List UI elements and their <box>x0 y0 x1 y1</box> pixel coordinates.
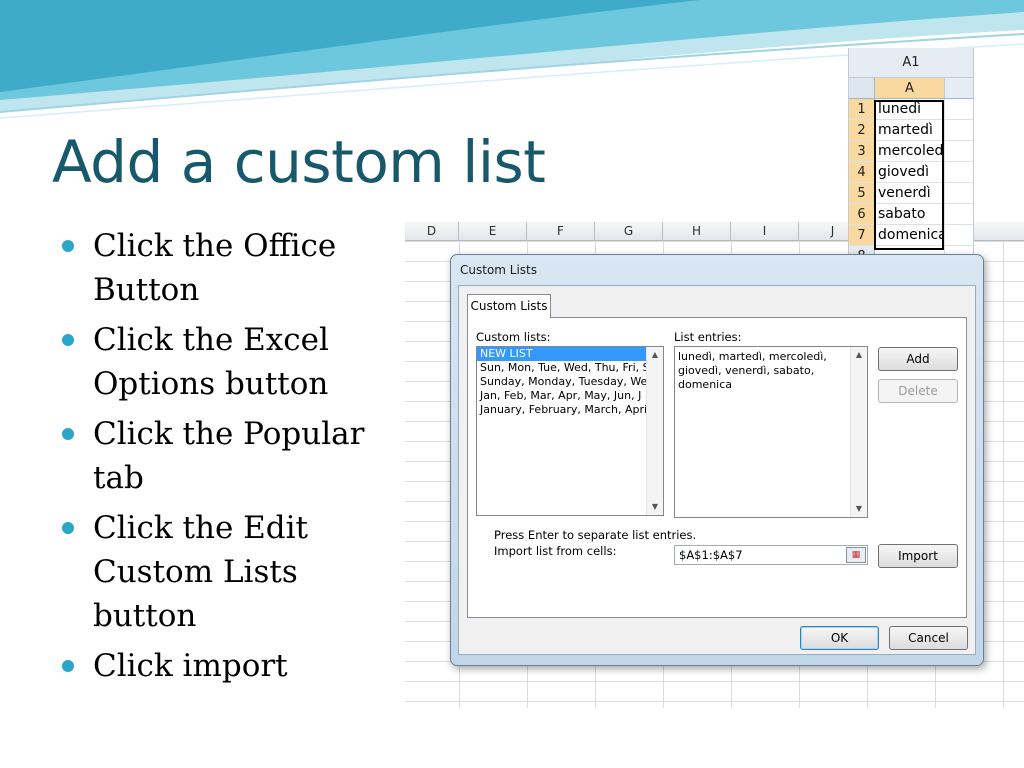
select-all-corner[interactable] <box>849 78 875 98</box>
bullet-icon <box>62 660 74 672</box>
snippet-column-header: A <box>849 78 973 99</box>
scroll-up-icon[interactable]: ▲ <box>647 347 663 363</box>
scroll-down-icon[interactable]: ▼ <box>851 501 867 517</box>
bullet-icon <box>62 522 74 534</box>
row-number[interactable]: 5 <box>849 183 875 203</box>
add-button[interactable]: Add <box>878 347 958 371</box>
bullet-icon <box>62 334 74 346</box>
bullet-item: Click the Excel Options button <box>62 318 392 406</box>
bullet-item: Click the Edit Custom Lists button <box>62 506 392 638</box>
dialog-title: Custom Lists <box>460 263 538 277</box>
dialog-body: Custom Lists Custom lists: NEW LIST Sun,… <box>458 285 976 655</box>
tab-custom-lists[interactable]: Custom Lists <box>467 294 551 318</box>
column-header-h[interactable]: H <box>663 222 731 241</box>
row-number[interactable]: 7 <box>849 225 875 245</box>
bullet-text: Click the Excel Options button <box>93 322 329 402</box>
list-entries-label: List entries: <box>674 330 742 344</box>
bullet-icon <box>62 428 74 440</box>
bullet-text: Click the Edit Custom Lists button <box>93 510 309 634</box>
row-number[interactable]: 6 <box>849 204 875 224</box>
name-box[interactable]: A1 <box>849 48 973 78</box>
column-header-b[interactable] <box>945 78 973 98</box>
column-header-f[interactable]: F <box>527 222 595 241</box>
import-range-input[interactable]: $A$1:$A$7 ▦ <box>674 545 868 565</box>
bullet-item: Click the Office Button <box>62 224 392 312</box>
scroll-up-icon[interactable]: ▲ <box>851 347 867 363</box>
slide-title: Add a custom list <box>52 128 546 196</box>
row-number[interactable]: 2 <box>849 120 875 140</box>
vertical-scrollbar[interactable]: ▲ ▼ <box>850 347 867 517</box>
list-item[interactable]: Sun, Mon, Tue, Wed, Thu, Fri, S <box>477 361 663 375</box>
import-label: Import list from cells: <box>494 544 617 558</box>
list-entries-text[interactable]: lunedì, martedì, mercoledì, giovedì, ven… <box>675 347 867 392</box>
list-item[interactable]: Jan, Feb, Mar, Apr, May, Jun, J <box>477 389 663 403</box>
column-header-i[interactable]: I <box>731 222 799 241</box>
custom-lists-label: Custom lists: <box>476 330 551 344</box>
column-header-g[interactable]: G <box>595 222 663 241</box>
row-number[interactable]: 3 <box>849 141 875 161</box>
bullet-icon <box>62 240 74 252</box>
row-number[interactable]: 4 <box>849 162 875 182</box>
hint-text: Press Enter to separate list entries. <box>494 528 697 542</box>
import-button[interactable]: Import <box>878 544 958 568</box>
row-number[interactable]: 1 <box>849 99 875 119</box>
bullet-item: Click the Popular tab <box>62 412 392 500</box>
bullet-text: Click the Popular tab <box>93 416 365 496</box>
delete-button[interactable]: Delete <box>878 379 958 403</box>
column-header-e[interactable]: E <box>459 222 527 241</box>
column-header-d[interactable]: D <box>405 222 459 241</box>
import-range-value: $A$1:$A$7 <box>679 548 743 562</box>
custom-lists-dialog: Custom Lists Custom Lists Custom lists: … <box>450 254 984 666</box>
vertical-scrollbar[interactable]: ▲ ▼ <box>646 347 663 515</box>
bullet-text: Click import <box>93 648 288 684</box>
selection-outline <box>874 100 944 250</box>
list-item[interactable]: Sunday, Monday, Tuesday, Wed <box>477 375 663 389</box>
bullet-text: Click the Office Button <box>93 228 337 308</box>
collapse-dialog-icon[interactable]: ▦ <box>846 547 866 563</box>
cancel-button[interactable]: Cancel <box>889 626 968 650</box>
bullet-item: Click import <box>62 644 392 688</box>
list-item[interactable]: NEW LIST <box>477 347 663 361</box>
list-entries-textarea[interactable]: lunedì, martedì, mercoledì, giovedì, ven… <box>674 346 868 518</box>
bullet-list: Click the Office Button Click the Excel … <box>62 224 392 694</box>
column-header-a[interactable]: A <box>875 78 945 98</box>
scroll-down-icon[interactable]: ▼ <box>647 499 663 515</box>
list-item[interactable]: January, February, March, April <box>477 403 663 417</box>
tab-panel: Custom lists: NEW LIST Sun, Mon, Tue, We… <box>467 317 967 618</box>
ok-button[interactable]: OK <box>800 626 879 650</box>
custom-lists-listbox[interactable]: NEW LIST Sun, Mon, Tue, Wed, Thu, Fri, S… <box>476 346 664 516</box>
